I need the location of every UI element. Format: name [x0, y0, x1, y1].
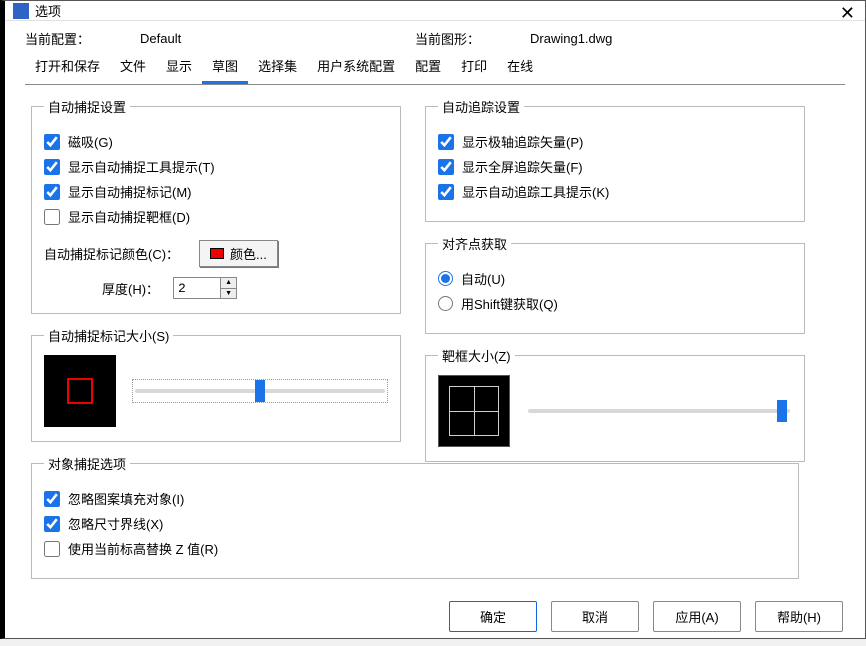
chk-replace-z[interactable]	[44, 541, 60, 557]
aperture-cross-icon	[449, 386, 499, 436]
chk-polar-vec[interactable]	[438, 134, 454, 150]
window-title: 选项	[35, 1, 61, 20]
tab-file[interactable]: 文件	[110, 52, 156, 84]
tab-selection[interactable]: 选择集	[248, 52, 307, 84]
chk-marker[interactable]	[44, 184, 60, 200]
profile-value: Default	[140, 31, 181, 46]
thickness-input[interactable]	[174, 278, 220, 298]
chk-track-tip[interactable]	[438, 184, 454, 200]
chk-aperture-box[interactable]	[44, 209, 60, 225]
options-dialog: 选项 ✕ 当前配置： Default 当前图形： Drawing1.dwg 打开…	[0, 0, 866, 639]
profile-label: 当前配置：	[25, 29, 90, 48]
lbl-thickness: 厚度(H)：	[102, 279, 159, 298]
legend-osnap-options: 对象捕捉选项	[44, 454, 130, 473]
thickness-spinner[interactable]: ▲ ▼	[173, 277, 237, 299]
radio-shift[interactable]	[438, 296, 453, 311]
spin-up-icon[interactable]: ▲	[221, 278, 236, 289]
radio-auto[interactable]	[438, 271, 453, 286]
apply-button[interactable]: 应用(A)	[653, 601, 741, 632]
tab-plot[interactable]: 打印	[451, 52, 497, 84]
spin-down-icon[interactable]: ▼	[221, 289, 236, 299]
legend-acquisition: 对齐点获取	[438, 234, 511, 253]
chk-tooltip[interactable]	[44, 159, 60, 175]
tab-profiles[interactable]: 配置	[405, 52, 451, 84]
content: 自动捕捉设置 磁吸(G) 显示自动捕捉工具提示(T) 显示自动捕捉标记(M) 显…	[5, 85, 865, 591]
tab-drafting[interactable]: 草图	[202, 52, 248, 84]
cancel-button[interactable]: 取消	[551, 601, 639, 632]
footer: 确定 取消 应用(A) 帮助(H)	[5, 591, 865, 646]
btn-color[interactable]: 颜色...	[199, 240, 278, 267]
marker-size-slider[interactable]	[132, 379, 388, 403]
aperture-size-slider[interactable]	[526, 399, 792, 423]
app-icon	[13, 3, 29, 19]
group-autotrack: 自动追踪设置 显示极轴追踪矢量(P) 显示全屏追踪矢量(F) 显示自动追踪工具提…	[425, 97, 805, 222]
group-marker-size: 自动捕捉标记大小(S)	[31, 326, 401, 442]
lbl-marker-color: 自动捕捉标记颜色(C)：	[44, 244, 179, 263]
lbl-magnet: 磁吸(G)	[68, 132, 113, 151]
tab-open-save[interactable]: 打开和保存	[25, 52, 110, 84]
legend-autosnap: 自动捕捉设置	[44, 97, 130, 116]
lbl-aperture-box: 显示自动捕捉靶框(D)	[68, 207, 190, 226]
marker-preview-icon	[67, 378, 93, 404]
lbl-color-btn: 颜色...	[230, 244, 267, 263]
tab-display[interactable]: 显示	[156, 52, 202, 84]
lbl-ignore-dim: 忽略尺寸界线(X)	[68, 514, 163, 533]
chk-magnet[interactable]	[44, 134, 60, 150]
legend-autotrack: 自动追踪设置	[438, 97, 524, 116]
marker-preview	[44, 355, 116, 427]
chk-full-vec[interactable]	[438, 159, 454, 175]
drawing-label: 当前图形：	[415, 29, 480, 48]
chk-ignore-dim[interactable]	[44, 516, 60, 532]
info-row: 当前配置： Default 当前图形： Drawing1.dwg	[5, 21, 865, 52]
lbl-replace-z: 使用当前标高替换 Z 值(R)	[68, 539, 218, 558]
drawing-value: Drawing1.dwg	[530, 31, 612, 46]
group-autosnap: 自动捕捉设置 磁吸(G) 显示自动捕捉工具提示(T) 显示自动捕捉标记(M) 显…	[31, 97, 401, 314]
chk-ignore-hatch[interactable]	[44, 491, 60, 507]
lbl-ignore-hatch: 忽略图案填充对象(I)	[68, 489, 184, 508]
lbl-marker: 显示自动捕捉标记(M)	[68, 182, 192, 201]
lbl-radio-auto: 自动(U)	[461, 269, 505, 288]
help-button[interactable]: 帮助(H)	[755, 601, 843, 632]
legend-aperture-size: 靶框大小(Z)	[438, 346, 515, 365]
titlebar: 选项 ✕	[5, 1, 865, 21]
lbl-tooltip: 显示自动捕捉工具提示(T)	[68, 157, 215, 176]
aperture-preview	[438, 375, 510, 447]
lbl-track-tip: 显示自动追踪工具提示(K)	[462, 182, 609, 201]
lbl-radio-shift: 用Shift键获取(Q)	[461, 294, 558, 313]
ok-button[interactable]: 确定	[449, 601, 537, 632]
group-aperture-size: 靶框大小(Z)	[425, 346, 805, 462]
tabs: 打开和保存 文件 显示 草图 选择集 用户系统配置 配置 打印 在线	[25, 52, 845, 85]
color-swatch-icon	[210, 248, 224, 259]
legend-marker-size: 自动捕捉标记大小(S)	[44, 326, 173, 345]
tab-online[interactable]: 在线	[497, 52, 543, 84]
close-icon[interactable]: ✕	[840, 3, 855, 24]
group-acquisition: 对齐点获取 自动(U) 用Shift键获取(Q)	[425, 234, 805, 334]
tab-user-prefs[interactable]: 用户系统配置	[307, 52, 405, 84]
lbl-polar-vec: 显示极轴追踪矢量(P)	[462, 132, 583, 151]
lbl-full-vec: 显示全屏追踪矢量(F)	[462, 157, 583, 176]
